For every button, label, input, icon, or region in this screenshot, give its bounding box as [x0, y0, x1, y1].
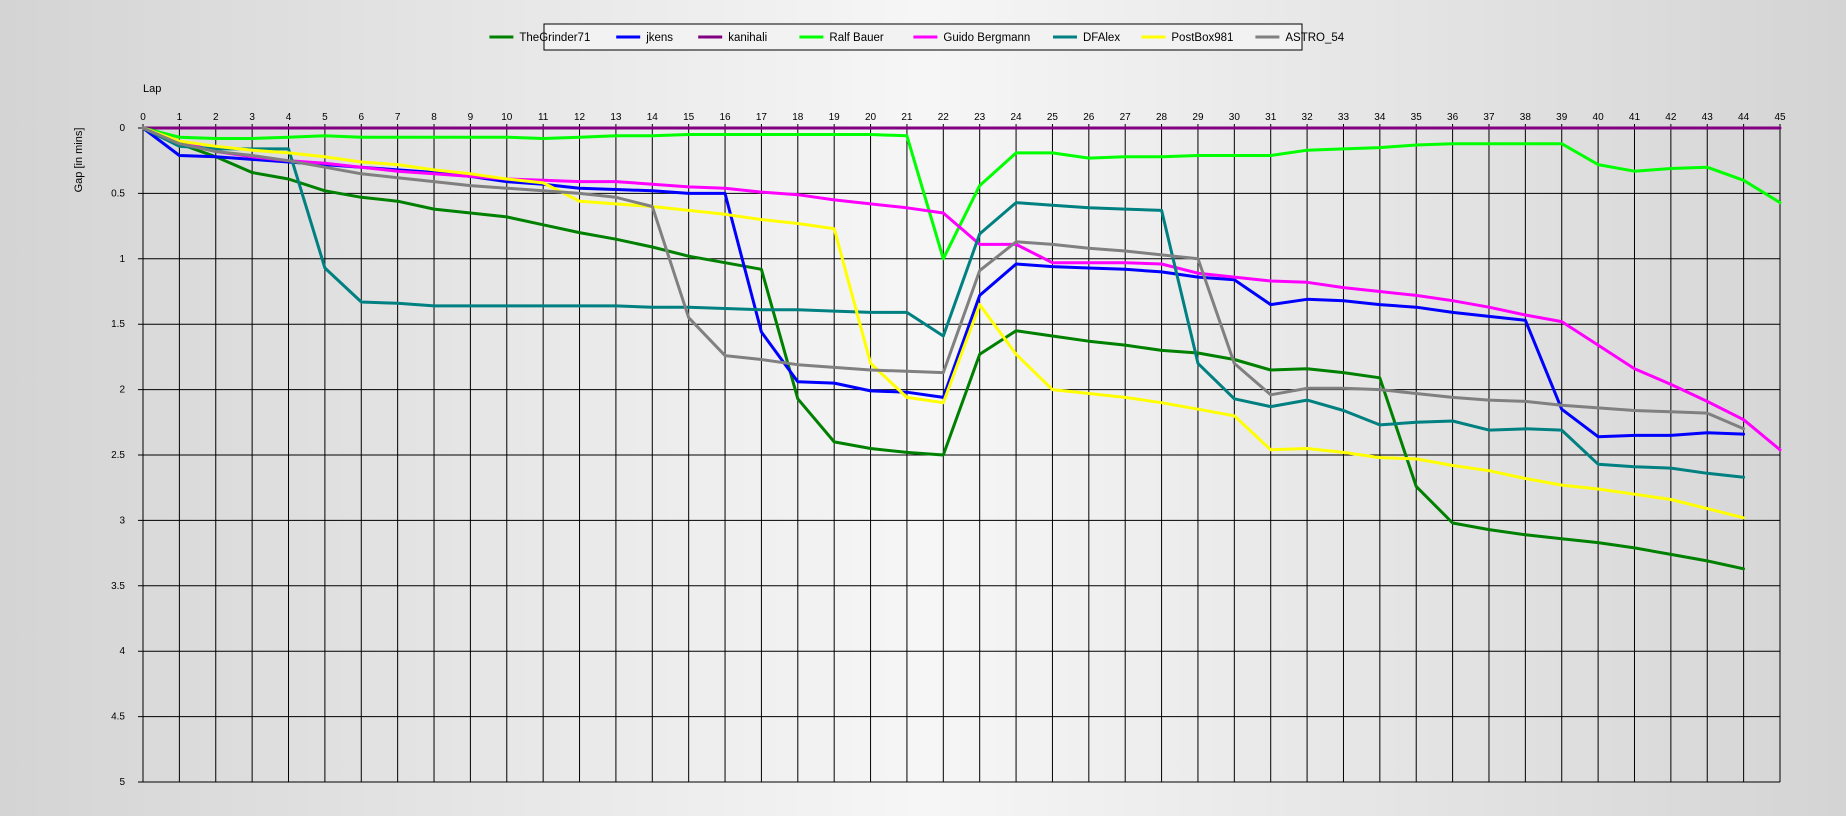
y-tick-labels: 0 0.5 1 1.5 2 2.5 3 3.5 4 4.5 5: [111, 123, 125, 788]
x-tick-label: 12: [574, 112, 586, 123]
x-tick-label: 18: [792, 112, 804, 123]
x-tick-label: 3: [249, 112, 255, 123]
x-tick-label: 40: [1593, 112, 1605, 123]
x-tick-label: 0: [140, 112, 146, 123]
x-tick-label: 17: [756, 112, 768, 123]
legend-label-jkens: jkens: [645, 32, 673, 44]
x-tick-label: 41: [1629, 112, 1641, 123]
x-tick-label: 11: [538, 112, 549, 123]
x-tick-label: 5: [322, 112, 328, 123]
x-tick-label: 30: [1229, 112, 1241, 123]
x-tick-label: 25: [1047, 112, 1059, 123]
x-tick-label: 2: [213, 112, 219, 123]
x-tick-label: 24: [1011, 112, 1023, 123]
legend: TheGrinder71 jkens kanihali Ralf Bauer Guido…: [489, 23, 1345, 51]
legend-label-ralf-bauer: Ralf Bauer: [829, 32, 884, 44]
y-tick-label: 3: [119, 515, 125, 526]
x-tick-label: 42: [1665, 112, 1677, 123]
grid: [138, 124, 1781, 783]
y-tick-label: 4.5: [111, 712, 125, 723]
x-tick-label: 38: [1520, 112, 1532, 123]
x-tick-label: 22: [938, 112, 950, 123]
x-tick-label: 26: [1083, 112, 1095, 123]
y-tick-label: 1.5: [111, 319, 125, 330]
legend-label-postbox981: PostBox981: [1171, 32, 1233, 44]
x-tick-label: 27: [1120, 112, 1132, 123]
x-tick-label: 7: [395, 112, 401, 123]
x-tick-label: 4: [286, 112, 292, 123]
x-tick-label: 36: [1447, 112, 1459, 123]
x-tick-label: 1: [177, 112, 183, 123]
legend-label-thegrinder71: TheGrinder71: [519, 32, 590, 44]
x-tick-label: 34: [1374, 112, 1386, 123]
x-tick-label: 28: [1156, 112, 1168, 123]
x-tick-label: 23: [974, 112, 986, 123]
x-tick-label: 14: [647, 112, 659, 123]
x-tick-label: 32: [1302, 112, 1314, 123]
y-tick-label: 3.5: [111, 581, 125, 592]
legend-label-guido-bergmann: Guido Bergmann: [943, 32, 1030, 44]
x-tick-label: 44: [1738, 112, 1750, 123]
legend-label-kanihali: kanihali: [728, 32, 767, 44]
series-lines: [141, 126, 1782, 571]
x-tick-label: 29: [1192, 112, 1204, 123]
x-tick-label: 13: [610, 112, 622, 123]
x-tick-label: 21: [901, 112, 913, 123]
y-tick-label: 0.5: [111, 188, 125, 199]
x-tick-label: 6: [358, 112, 364, 123]
x-axis-title: Lap: [143, 83, 161, 95]
x-tick-label: 9: [468, 112, 474, 123]
x-tick-label: 35: [1411, 112, 1423, 123]
x-tick-label: 16: [719, 112, 731, 123]
y-tick-label: 2: [119, 385, 125, 396]
x-tick-label: 15: [683, 112, 695, 123]
legend-label-astro-54: ASTRO_54: [1285, 32, 1344, 44]
y-tick-label: 2.5: [111, 450, 125, 461]
x-tick-label: 8: [431, 112, 437, 123]
x-tick-label: 37: [1483, 112, 1495, 123]
x-tick-labels: 0 1 2 3 4 5 6 7 8 9 10 11 12 13 14 15 16 17 18 19 20 21 22 23 24…: [140, 112, 1786, 123]
y-tick-label: 0: [119, 123, 125, 134]
gap-chart: TheGrinder71 jkens kanihali Ralf Bauer Guido…: [73, 23, 1786, 788]
x-tick-label: 31: [1265, 112, 1277, 123]
x-tick-label: 10: [501, 112, 513, 123]
y-tick-label: 5: [119, 777, 125, 788]
x-tick-label: 20: [865, 112, 877, 123]
legend-label-dfalex: DFAlex: [1083, 32, 1120, 44]
y-tick-label: 4: [119, 646, 125, 657]
x-tick-label: 45: [1774, 112, 1786, 123]
x-tick-label: 39: [1556, 112, 1568, 123]
x-tick-label: 19: [829, 112, 841, 123]
x-tick-label: 33: [1338, 112, 1350, 123]
y-axis-title: Gap [in mins]: [73, 128, 85, 193]
y-tick-label: 1: [119, 254, 125, 265]
x-tick-label: 43: [1702, 112, 1714, 123]
